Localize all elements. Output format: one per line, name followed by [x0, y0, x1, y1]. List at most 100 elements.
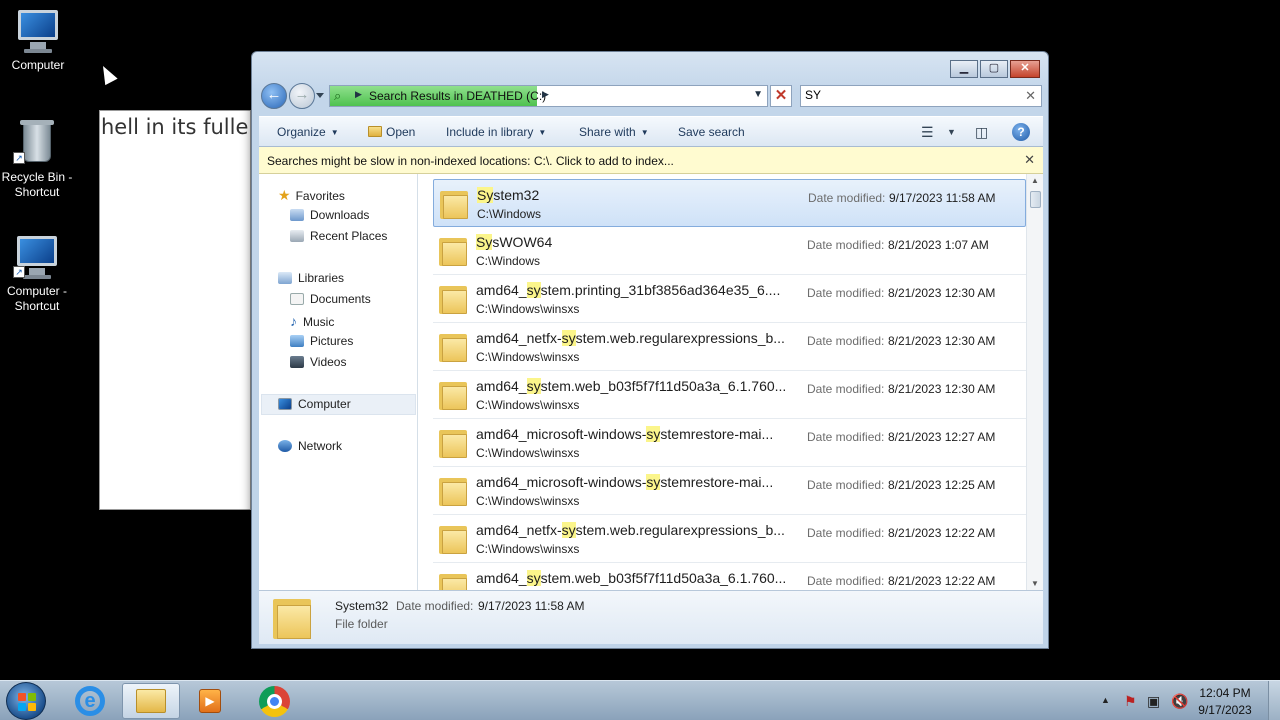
forward-button[interactable]: → — [289, 83, 315, 109]
change-view-icon[interactable]: ☰ — [921, 124, 934, 141]
open-button[interactable]: Open — [368, 125, 415, 139]
scroll-up-icon[interactable]: ▲ — [1031, 176, 1039, 185]
explorer-window: ▁ ▢ ✕ ← → ⌕ ▶ Search Results in DEATHED … — [251, 51, 1049, 649]
sidebar-item-libraries[interactable]: Libraries — [278, 271, 344, 285]
result-path: C:\Windows\winsxs — [476, 494, 580, 508]
sidebar-item-documents[interactable]: Documents — [290, 292, 371, 306]
downloads-icon — [290, 209, 304, 221]
details-pane: System32 Date modified: 9/17/2023 11:58 … — [259, 590, 1043, 644]
sidebar-item-label: Downloads — [310, 208, 370, 222]
chevron-right-icon[interactable]: ▶ — [542, 89, 549, 100]
recent-pages-dropdown-icon[interactable] — [316, 93, 324, 98]
sidebar-item-label: Computer — [298, 397, 351, 411]
background-document-window[interactable]: hell in its fulle — [99, 110, 251, 510]
sidebar-item-videos[interactable]: Videos — [290, 355, 346, 369]
clock-date[interactable]: 9/17/2023 — [1190, 703, 1260, 717]
view-options-dropdown-icon[interactable]: ▼ — [947, 127, 956, 137]
sidebar-item-network[interactable]: Network — [278, 439, 342, 453]
taskbar: e ▶ ▲ ⚑ ▣ 🔇 12:04 PM 9/17/2023 — [0, 680, 1280, 720]
table-row[interactable]: amd64_system.web_b03f5f7f11d50a3a_6.1.76… — [433, 563, 1026, 590]
include-in-library-label: Include in library — [446, 125, 534, 139]
table-row[interactable]: amd64_netfx-system.web.regularexpression… — [433, 323, 1026, 371]
scroll-down-icon[interactable]: ▼ — [1031, 579, 1039, 588]
result-name: amd64_netfx-system.web.regularexpression… — [476, 330, 794, 346]
background-window-text: hell in its fulle — [101, 115, 249, 139]
address-breadcrumb[interactable]: Search Results in DEATHED (C:) — [369, 89, 546, 103]
back-button[interactable]: ← — [261, 83, 287, 109]
action-center-flag-icon[interactable]: ⚑ — [1124, 693, 1137, 710]
clock-time[interactable]: 12:04 PM — [1190, 686, 1260, 700]
table-row[interactable]: amd64_microsoft-windows-systemrestore-ma… — [433, 467, 1026, 515]
table-row[interactable]: SysWOW64 C:\Windows Date modified: 8/21/202… — [433, 227, 1026, 275]
result-name-match: sy — [646, 474, 661, 490]
result-name-suffix: stem.web_b03f5f7f11d50a3a_6.1.760... — [540, 570, 787, 586]
info-bar[interactable]: Searches might be slow in non-indexed lo… — [259, 147, 1043, 174]
result-name-suffix: stem32 — [493, 187, 540, 203]
preview-pane-icon[interactable]: ◫ — [975, 124, 988, 141]
search-box[interactable]: ✕ — [800, 85, 1042, 107]
maximize-button[interactable]: ▢ — [980, 60, 1008, 78]
chevron-right-icon[interactable]: ▶ — [355, 89, 362, 100]
vertical-scrollbar[interactable]: ▲ ▼ — [1026, 174, 1043, 590]
result-name: amd64_microsoft-windows-systemrestore-ma… — [476, 426, 794, 442]
result-name-prefix: amd64_netfx- — [476, 330, 562, 346]
folder-icon — [439, 380, 467, 410]
table-row[interactable]: amd64_microsoft-windows-systemrestore-ma… — [433, 419, 1026, 467]
result-date: 8/21/2023 12:22 AM — [888, 574, 996, 588]
media-player-icon: ▶ — [199, 689, 221, 713]
sidebar-item-favorites[interactable]: ★ Favorites — [278, 187, 345, 204]
result-date: 8/21/2023 12:30 AM — [888, 382, 996, 396]
scrollbar-thumb[interactable] — [1030, 191, 1041, 208]
info-bar-text[interactable]: Searches might be slow in non-indexed lo… — [267, 154, 674, 168]
sidebar-item-label: Videos — [310, 355, 347, 369]
help-icon[interactable]: ? — [1012, 123, 1030, 141]
computer-icon: ↗ — [13, 234, 61, 280]
share-with-button[interactable]: Share with ▼ — [579, 125, 649, 139]
table-row[interactable]: System32 C:\Windows Date modified: 9/17/202… — [433, 179, 1026, 227]
start-button[interactable] — [6, 682, 46, 720]
sidebar-item-pictures[interactable]: Pictures — [290, 334, 353, 348]
share-with-label: Share with — [579, 125, 636, 139]
table-row[interactable]: amd64_system.web_b03f5f7f11d50a3a_6.1.76… — [433, 371, 1026, 419]
table-row[interactable]: amd64_netfx-system.web.regularexpression… — [433, 515, 1026, 563]
stop-search-button[interactable]: ✕ — [770, 85, 792, 107]
table-row[interactable]: amd64_system.printing_31bf3856ad364e35_6… — [433, 275, 1026, 323]
mouse-cursor-icon — [96, 62, 118, 86]
include-in-library-button[interactable]: Include in library ▼ — [446, 125, 546, 139]
search-input[interactable] — [805, 88, 1015, 102]
sidebar-item-downloads[interactable]: Downloads — [290, 208, 369, 222]
show-hidden-icons-icon[interactable]: ▲ — [1101, 695, 1110, 705]
network-tray-icon[interactable]: ▣ — [1147, 693, 1160, 710]
sidebar-item-computer[interactable]: Computer — [278, 397, 351, 411]
desktop-icon-computer-shortcut[interactable]: ↗ Computer - Shortcut — [0, 234, 75, 314]
chevron-down-icon: ▼ — [640, 128, 649, 137]
result-name-prefix: amd64_microsoft-windows- — [476, 474, 647, 490]
sidebar-item-music[interactable]: ♪ Music — [290, 313, 334, 329]
result-name: amd64_microsoft-windows-systemrestore-ma… — [476, 474, 794, 490]
recycle-bin-icon: ↗ — [13, 120, 61, 166]
save-search-button[interactable]: Save search — [678, 125, 745, 139]
organize-label: Organize — [277, 125, 326, 139]
address-bar[interactable]: ⌕ ▶ Search Results in DEATHED (C:) ▶ ▼ — [329, 85, 768, 107]
address-dropdown-icon[interactable]: ▼ — [753, 89, 763, 100]
desktop-icon-computer[interactable]: Computer — [0, 8, 76, 73]
libraries-icon — [278, 272, 292, 284]
organize-button[interactable]: Organize ▼ — [277, 125, 339, 139]
desktop-icon-recycle-bin-shortcut[interactable]: ↗ Recycle Bin - Shortcut — [0, 120, 75, 200]
result-date-label: Date modified: — [807, 526, 885, 540]
sidebar-item-label: Pictures — [310, 334, 354, 348]
result-name-suffix: sWOW64 — [492, 234, 553, 250]
clear-search-icon[interactable]: ✕ — [1025, 88, 1036, 104]
search-results-list: System32 C:\Windows Date modified: 9/17/202… — [418, 174, 1043, 590]
sidebar-item-recent-places[interactable]: Recent Places — [290, 229, 387, 243]
show-desktop-button[interactable] — [1268, 681, 1280, 720]
computer-icon — [278, 398, 292, 410]
close-icon[interactable]: ✕ — [1024, 152, 1035, 168]
volume-muted-icon[interactable]: 🔇 — [1171, 693, 1188, 710]
minimize-button[interactable]: ▁ — [950, 60, 978, 78]
result-path: C:\Windows\winsxs — [476, 542, 580, 556]
close-button[interactable]: ✕ — [1010, 60, 1040, 78]
details-date-label: Date modified: — [396, 599, 474, 613]
chevron-down-icon: ▼ — [330, 128, 339, 137]
open-label: Open — [386, 125, 416, 139]
